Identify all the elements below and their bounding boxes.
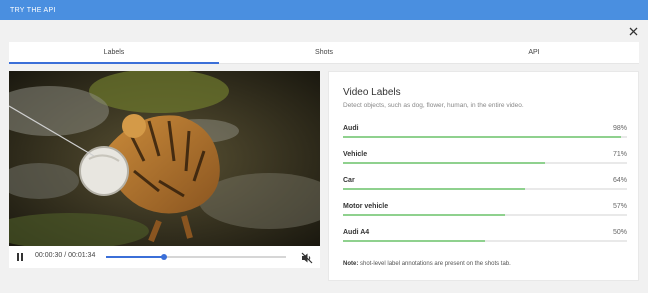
label-percent: 57%	[612, 203, 627, 210]
label-name: Vehicle	[343, 151, 368, 158]
label-row: Car 64%	[343, 177, 627, 197]
seek-bar-progress	[106, 256, 164, 258]
label-confidence-bar	[343, 214, 505, 216]
label-percent: 64%	[612, 177, 627, 184]
label-percent: 50%	[612, 229, 627, 236]
label-confidence-track	[343, 162, 627, 164]
label-row: Vehicle 71%	[343, 151, 627, 171]
tab-shots[interactable]: Shots	[219, 42, 429, 63]
time-display: 00:00:30 / 00:01:34	[35, 252, 96, 259]
top-bar: TRY THE API	[0, 0, 648, 20]
label-confidence-bar	[343, 136, 622, 138]
mute-button[interactable]	[301, 251, 313, 264]
volume-muted-icon	[301, 252, 313, 264]
label-confidence-bar	[343, 162, 545, 164]
video-labels-panel: Video Labels Detect objects, such as dog…	[328, 71, 639, 281]
label-name: Motor vehicle	[343, 203, 389, 210]
label-percent: 71%	[612, 151, 627, 158]
close-icon	[629, 27, 637, 35]
label-confidence-bar	[343, 188, 525, 190]
seek-bar-handle[interactable]	[160, 254, 167, 260]
pause-icon	[17, 253, 19, 261]
tab-api[interactable]: API	[429, 42, 639, 63]
label-confidence-track	[343, 136, 627, 138]
top-bar-title: TRY THE API	[10, 6, 56, 14]
close-button[interactable]	[626, 24, 640, 38]
video-frame[interactable]	[9, 71, 320, 246]
label-row: Audi A4 50%	[343, 229, 627, 249]
panel-title: Video Labels	[343, 87, 401, 98]
panel-note-prefix: Note:	[343, 261, 359, 267]
pause-icon-bar	[21, 253, 23, 261]
video-frame-image	[9, 71, 320, 246]
seek-bar[interactable]	[106, 254, 286, 260]
label-row: Motor vehicle 57%	[343, 203, 627, 223]
pause-button[interactable]	[17, 253, 25, 261]
tab-bar: Labels Shots API	[9, 42, 639, 64]
panel-note: Note: shot-level label annotations are p…	[343, 261, 511, 267]
panel-description: Detect objects, such as dog, flower, hum…	[343, 102, 524, 109]
tab-api-label: API	[528, 49, 540, 56]
label-name: Audi	[343, 125, 359, 132]
video-controls: 00:00:30 / 00:01:34	[9, 246, 320, 268]
panel-note-text: shot-level label annotations are present…	[360, 261, 511, 267]
label-confidence-track	[343, 188, 627, 190]
label-confidence-track	[343, 214, 627, 216]
label-confidence-bar	[343, 240, 485, 242]
tab-labels-label: Labels	[103, 49, 125, 56]
tab-labels[interactable]: Labels	[9, 42, 219, 64]
tab-shots-label: Shots	[315, 49, 333, 56]
label-percent: 98%	[612, 125, 627, 132]
label-name: Audi A4	[343, 229, 370, 236]
label-row: Audi 98%	[343, 125, 627, 145]
label-name: Car	[343, 177, 355, 184]
label-confidence-track	[343, 240, 627, 242]
